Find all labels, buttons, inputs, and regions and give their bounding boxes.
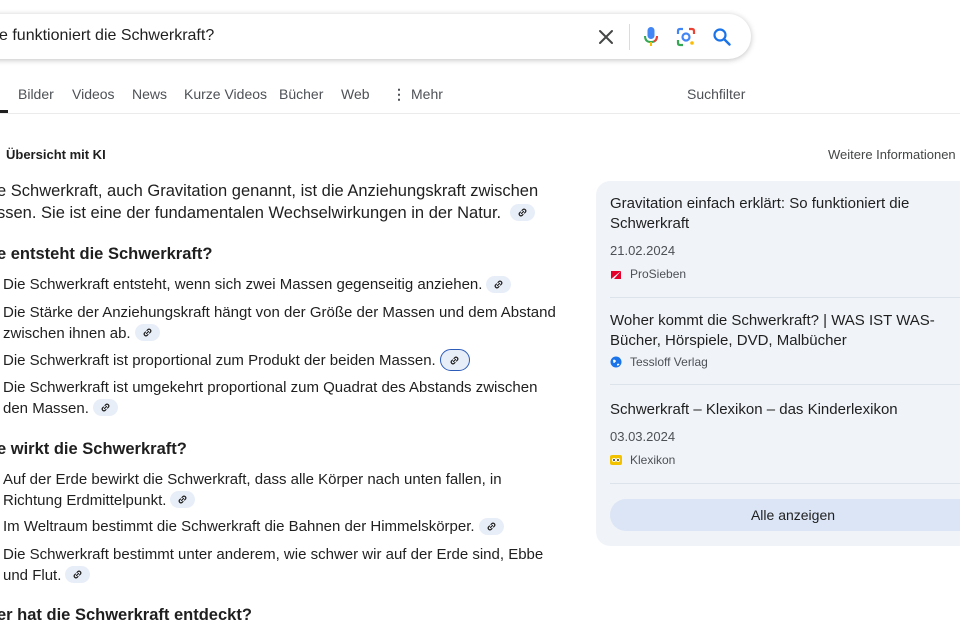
list-item-text: Die Schwerkraft entsteht, wenn sich zwei… [3, 276, 483, 293]
source-title[interactable]: Schwerkraft – Klexikon – das Kinderlexik… [610, 400, 960, 420]
citation-link-icon[interactable] [134, 324, 160, 342]
more-info-link[interactable]: Weitere Informationen [828, 147, 956, 162]
tab-mehr-label: Mehr [411, 86, 443, 102]
microphone-icon[interactable] [640, 26, 662, 48]
citation-link-icon[interactable] [486, 275, 512, 293]
list-item: Die Schwerkraft ist umgekehrt proportion… [3, 378, 563, 419]
list-item-text: Die Schwerkraft ist proportional zum Pro… [3, 351, 436, 369]
klexikon-icon [610, 454, 622, 466]
source-date: 21.02.2024 [610, 243, 676, 258]
source-card[interactable]: Gravitation einfach erklärt: So funktion… [610, 194, 960, 281]
source-divider [610, 483, 960, 484]
list-item: Die Stärke der Anziehungskraft hängt von… [3, 303, 563, 344]
section-heading: e wirkt die Schwerkraft? [0, 440, 187, 458]
source-site-name: ProSieben [630, 267, 687, 281]
tab-bilder[interactable]: Bilder [18, 86, 54, 102]
list-item-text: Auf der Erde bewirkt die Schwerkraft, da… [3, 471, 502, 509]
more-vert-icon: ⋮ [392, 86, 406, 102]
source-site: Klexikon [610, 453, 960, 467]
intro-line-1: e Schwerkraft, auch Gravitation genannt,… [0, 182, 539, 200]
search-tabs: Bilder Videos News Kurze Videos Bücher W… [0, 86, 960, 114]
list-item-text: Im Weltraum bestimmt die Schwerkraft die… [3, 518, 475, 535]
sources-panel: Gravitation einfach erklärt: So funktion… [596, 181, 960, 546]
list-item: Die Schwerkraft ist proportional zum Pro… [3, 349, 563, 372]
citation-link-icon[interactable] [509, 204, 535, 222]
citation-link-icon[interactable] [439, 349, 470, 371]
ai-overview-intro: e Schwerkraft, auch Gravitation genannt,… [0, 180, 557, 224]
list-item: Die Schwerkraft bestimmt unter anderem, … [3, 545, 563, 586]
prosieben-icon [610, 268, 622, 280]
source-title[interactable]: Woher kommt die Schwerkraft? | WAS IST W… [610, 311, 960, 351]
search-icon[interactable] [711, 26, 733, 48]
source-divider [610, 297, 960, 298]
search-divider [629, 24, 630, 50]
source-card[interactable]: Schwerkraft – Klexikon – das Kinderlexik… [610, 400, 960, 467]
list-item: Auf der Erde bewirkt die Schwerkraft, da… [3, 470, 563, 511]
globe-icon [610, 356, 622, 368]
search-input[interactable]: e funktioniert die Schwerkraft? [0, 27, 214, 45]
citation-link-icon[interactable] [92, 399, 118, 417]
search-bar: e funktioniert die Schwerkraft? [0, 14, 751, 59]
tab-kurze-videos[interactable]: Kurze Videos [184, 86, 267, 102]
source-site-name: Tessloff Verlag [630, 355, 708, 369]
citation-link-icon[interactable] [65, 566, 91, 584]
source-date: 03.03.2024 [610, 429, 676, 444]
tab-mehr[interactable]: ⋮ Mehr [392, 86, 443, 103]
citation-link-icon[interactable] [478, 517, 504, 535]
list-item-text: Die Schwerkraft ist umgekehrt proportion… [3, 379, 538, 417]
show-all-button[interactable]: Alle anzeigen [610, 499, 960, 531]
list-item-text: Die Stärke der Anziehungskraft hängt von… [3, 304, 556, 342]
tab-web[interactable]: Web [341, 86, 370, 102]
intro-line-2: ssen. Sie ist eine der fundamentalen Wec… [0, 204, 502, 222]
source-site: Tessloff Verlag [610, 355, 960, 369]
lens-icon[interactable] [675, 26, 697, 48]
source-site-name: Klexikon [630, 453, 676, 467]
source-title[interactable]: Gravitation einfach erklärt: So funktion… [610, 194, 960, 234]
tab-buecher[interactable]: Bücher [279, 86, 323, 102]
tab-news[interactable]: News [132, 86, 167, 102]
tabs-divider [0, 113, 960, 114]
section-heading: e entsteht die Schwerkraft? [0, 245, 213, 263]
source-card[interactable]: Woher kommt die Schwerkraft? | WAS IST W… [610, 311, 960, 369]
list-item: Die Schwerkraft entsteht, wenn sich zwei… [3, 275, 563, 296]
citation-link-icon[interactable] [170, 491, 196, 509]
tools-button[interactable]: Suchfilter [687, 86, 745, 102]
source-site: ProSieben [610, 267, 960, 281]
clear-icon[interactable] [595, 26, 617, 48]
ai-overview-title: Übersicht mit KI [6, 147, 106, 162]
list-item: Im Weltraum bestimmt die Schwerkraft die… [3, 517, 563, 538]
source-divider [610, 384, 960, 385]
tab-videos[interactable]: Videos [72, 86, 115, 102]
section-heading: er hat die Schwerkraft entdeckt? [0, 606, 252, 624]
